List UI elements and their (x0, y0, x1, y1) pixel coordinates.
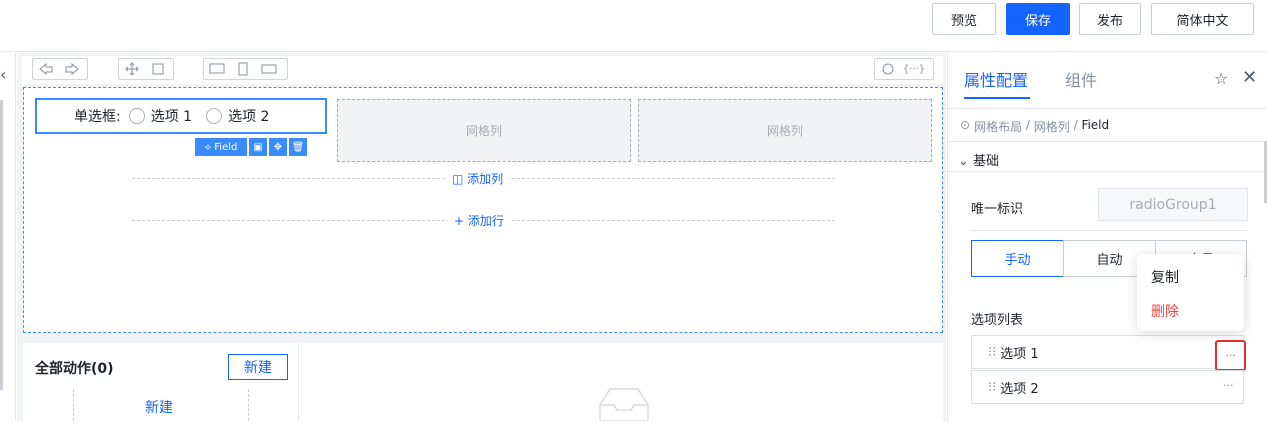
delete-icon[interactable]: 🗑 (289, 138, 307, 156)
redo-icon[interactable] (59, 59, 85, 79)
divider (948, 141, 1267, 142)
section-basic-title: 基础 (973, 154, 1000, 169)
column-icon: ◫ (452, 172, 464, 186)
radio-field-label: 单选框: (74, 109, 121, 125)
radio-option-1[interactable] (128, 108, 145, 124)
collapse-left-icon[interactable]: ‹ (0, 65, 6, 84)
design-area[interactable]: 单选框: 选项 1 选项 2 ⟡ Field ▣ ✥ 🗑 网格列 网格列 ◫ 添… (23, 87, 943, 333)
save-button[interactable]: 保存 (1006, 3, 1070, 35)
field-tag-icon: ⟡ (204, 141, 212, 153)
language-select[interactable]: 简体中文 (1151, 3, 1254, 35)
desktop-icon[interactable] (204, 59, 230, 79)
copy-icon[interactable]: ▣ (249, 138, 267, 156)
breadcrumb-sep: / (1069, 118, 1082, 132)
top-bar: 预览 保存 发布 简体中文 (0, 0, 1267, 52)
divider (971, 230, 1247, 231)
breadcrumb-sep: / (1022, 118, 1034, 132)
tab-components[interactable]: 组件 (1065, 67, 1097, 91)
option-list-item[interactable]: ⁝⁝ 选项 2 (971, 370, 1244, 404)
breadcrumb-item[interactable]: 网格布局 (974, 118, 1022, 135)
chevron-down-icon: ⌄ (958, 154, 969, 169)
actions-title: 全部动作(0) (35, 361, 114, 377)
divider (73, 389, 74, 421)
field-tag[interactable]: ⟡ Field (195, 138, 247, 156)
divider (948, 108, 1267, 109)
empty-inbox-icon (596, 385, 652, 425)
option-context-menu: 复制 删除 (1137, 254, 1244, 331)
breadcrumb: ⊙ 网格布局 / 网格列 / Field (960, 118, 1109, 135)
drag-icon[interactable]: ✥ (269, 138, 287, 156)
history-group (32, 58, 88, 80)
drag-handle-icon[interactable]: ⁝⁝ (988, 380, 996, 395)
device-group (203, 58, 288, 80)
move-icon[interactable] (119, 59, 145, 79)
more-button[interactable]: ··· (1215, 340, 1246, 371)
section-basic[interactable]: ⌄ 基础 (958, 150, 999, 169)
menu-item-copy[interactable]: 复制 (1151, 267, 1179, 287)
option-list-item-label: 选项 2 (1000, 381, 1039, 397)
add-row-button[interactable]: + 添加行 (448, 212, 510, 229)
misc-group: {···} (874, 58, 934, 80)
location-icon: ⊙ (960, 118, 971, 132)
add-column-button[interactable]: ◫ 添加列 (446, 170, 510, 187)
tablet-icon[interactable] (256, 59, 282, 79)
option-list-item[interactable]: ⁝⁝ 选项 1 (971, 335, 1244, 369)
drag-handle-icon[interactable]: ⁝⁝ (988, 345, 996, 360)
canvas-toolbar: {···} (22, 56, 943, 84)
publish-button[interactable]: 发布 (1079, 3, 1141, 35)
options-list-label: 选项列表 (971, 313, 1024, 328)
radio-option-2-label: 选项 2 (228, 109, 270, 125)
tab-properties[interactable]: 属性配置 (964, 67, 1028, 91)
active-tab-indicator (964, 97, 1030, 99)
select-group (118, 58, 174, 80)
unique-id-input[interactable]: radioGroup1 (1098, 188, 1248, 221)
actions-list: 全部动作(0) 新建 新建 (23, 343, 299, 421)
radio-field[interactable]: 单选框: 选项 1 选项 2 (35, 98, 327, 134)
plus-icon: + (454, 214, 465, 228)
breadcrumb-item[interactable]: 网格列 (1034, 118, 1070, 135)
breadcrumb-current: Field (1081, 118, 1110, 132)
unique-id-label: 唯一标识 (971, 202, 1024, 217)
undo-icon[interactable] (33, 59, 59, 79)
field-tag-label: Field (214, 141, 238, 153)
radio-option-1-label: 选项 1 (150, 109, 193, 125)
close-icon[interactable]: ✕ (1242, 67, 1257, 88)
frame-select-icon[interactable] (145, 59, 171, 79)
divider (248, 389, 249, 421)
mobile-icon[interactable] (230, 59, 256, 79)
code-icon[interactable]: {···} (901, 59, 927, 79)
add-row-label: 添加行 (467, 214, 504, 228)
grid-column-3[interactable]: 网格列 (638, 99, 932, 162)
actions-panel: 全部动作(0) 新建 新建 (23, 343, 943, 422)
option-list-item-label: 选项 1 (1000, 346, 1039, 362)
divider (948, 171, 1267, 172)
grid-column-label: 网格列 (465, 124, 502, 138)
new-action-button[interactable]: 新建 (228, 354, 288, 380)
radio-option-2[interactable] (206, 108, 223, 124)
grid-column-2[interactable]: 网格列 (337, 99, 631, 162)
theme-icon[interactable] (875, 59, 901, 79)
more-button[interactable]: ··· (1223, 379, 1234, 392)
new-action-link[interactable]: 新建 (145, 397, 173, 417)
grid-column-label: 网格列 (766, 124, 803, 138)
menu-item-delete[interactable]: 删除 (1151, 301, 1179, 321)
preview-button[interactable]: 预览 (932, 3, 996, 35)
pin-icon[interactable]: ☆ (1214, 69, 1228, 88)
left-scrollbar[interactable] (0, 100, 3, 390)
segment-manual[interactable]: 手动 (971, 240, 1064, 277)
properties-panel: 属性配置 组件 ☆ ✕ ⊙ 网格布局 / 网格列 / Field ⌄ 基础 唯一… (947, 53, 1267, 421)
add-column-label: 添加列 (467, 172, 504, 186)
field-action-bar: ⟡ Field ▣ ✥ 🗑 (195, 138, 309, 156)
